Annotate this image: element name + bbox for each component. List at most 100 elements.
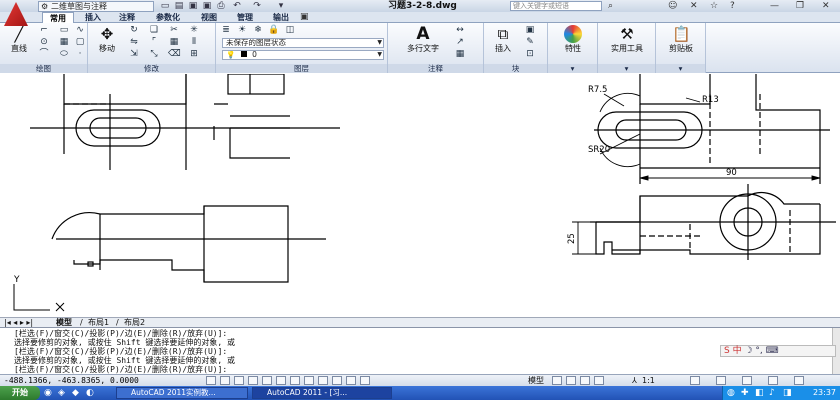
snap-toggle[interactable]	[220, 376, 230, 385]
clean-screen-button[interactable]	[794, 376, 804, 385]
layer-properties-icon[interactable]: ≣	[220, 25, 232, 36]
mirror-icon[interactable]: ⇋	[128, 37, 140, 48]
quick-view-drawings-button[interactable]	[566, 376, 576, 385]
drawing-canvas[interactable]: Y R7.5 R13 SR20 90 25	[0, 74, 840, 317]
dimension-icon[interactable]: ↔	[454, 25, 466, 36]
panel-clipboard-expand[interactable]: ▾	[656, 64, 705, 73]
panel-annotation-title[interactable]: 注释	[388, 64, 483, 73]
taskbar-item-doc[interactable]: AutoCAD 2011实例教...	[116, 387, 248, 399]
fillet-icon[interactable]: ⌜	[148, 37, 160, 48]
line-button[interactable]: ╱ 直线	[4, 25, 34, 54]
exchange-icon[interactable]: ✕	[690, 0, 698, 12]
panel-utilities-expand[interactable]: ▾	[598, 64, 655, 73]
command-input-line[interactable]: [栏选(F)/窗交(C)/投影(P)/边(E)/删除(R)/放弃(U)]:	[14, 365, 227, 374]
infer-constraints-toggle[interactable]	[206, 376, 216, 385]
ime-toolbar[interactable]: S 中 ☽ °, ⌨	[720, 345, 836, 357]
panel-layers-title[interactable]: 图层	[216, 64, 387, 73]
ducs-toggle[interactable]	[318, 376, 328, 385]
utilities-button[interactable]: ⚒ 实用工具	[602, 25, 652, 54]
mtext-button[interactable]: A 多行文字	[400, 25, 446, 54]
grid-toggle[interactable]	[234, 376, 244, 385]
dyn-toggle[interactable]	[332, 376, 342, 385]
panel-properties-expand[interactable]: ▾	[548, 64, 597, 73]
copy-icon[interactable]: ❏	[148, 25, 160, 36]
save-as-icon[interactable]: ▣	[202, 1, 212, 11]
zoom-button[interactable]	[594, 376, 604, 385]
tab-insert[interactable]: 插入	[78, 12, 108, 23]
join-icon[interactable]: ⊞	[188, 49, 200, 60]
tab-manage[interactable]: 管理	[230, 12, 260, 23]
polar-toggle[interactable]	[262, 376, 272, 385]
array-icon[interactable]: ▦	[168, 37, 180, 48]
qp-toggle[interactable]	[360, 376, 370, 385]
quick-view-layouts-button[interactable]	[552, 376, 562, 385]
isolate-objects-button[interactable]	[768, 376, 778, 385]
user-icon[interactable]: ☺	[668, 0, 677, 12]
taskbar-item-autocad[interactable]: AutoCAD 2011 - [习...	[252, 387, 392, 399]
tray-icon[interactable]: ♪	[769, 386, 775, 400]
erase-icon[interactable]: ⌫	[168, 49, 181, 60]
tray-icon[interactable]: ◧	[755, 386, 764, 400]
minimize-icon[interactable]: —	[770, 0, 779, 12]
help-icon[interactable]: ?	[730, 0, 735, 12]
point-icon[interactable]: ·	[74, 49, 86, 60]
tab-home[interactable]: 常用	[42, 12, 74, 23]
layer-state-select[interactable]: 未保存的图层状态 ▼	[222, 38, 384, 48]
close-icon[interactable]: ✕	[822, 0, 830, 12]
lwt-toggle[interactable]	[346, 376, 356, 385]
workspace-select[interactable]: ⚙ 二维草图与注释	[38, 1, 154, 12]
move-button[interactable]: ✥ 移动	[92, 25, 122, 54]
properties-button[interactable]: 特性	[552, 25, 594, 54]
hardware-accel-button[interactable]	[742, 376, 752, 385]
panel-modify-title[interactable]: 修改	[88, 64, 215, 73]
quicklaunch-icon[interactable]: ◉	[44, 386, 52, 400]
table-icon[interactable]: ▦	[454, 49, 466, 60]
arc-icon[interactable]: ⌒	[38, 49, 50, 60]
attribute-icon[interactable]: ⊡	[524, 49, 536, 60]
quicklaunch-icon[interactable]: ◐	[86, 386, 94, 400]
drawing-svg[interactable]: Y R7.5 R13 SR20 90 25	[0, 74, 840, 317]
new-file-icon[interactable]: ▭	[160, 1, 170, 11]
pan-button[interactable]	[580, 376, 590, 385]
layer-iso-icon[interactable]: ◫	[284, 25, 296, 36]
tray-icon[interactable]: ✚	[741, 386, 749, 400]
open-file-icon[interactable]: ▤	[174, 1, 184, 11]
explode-icon[interactable]: ✳	[188, 25, 200, 36]
layer-on-icon[interactable]: ☀	[236, 25, 248, 36]
star-icon[interactable]: ☆	[710, 0, 718, 12]
current-layer-select[interactable]: 💡 0 ▼	[222, 50, 384, 60]
start-button[interactable]: 开始	[0, 386, 40, 400]
rotate-icon[interactable]: ↻	[128, 25, 140, 36]
clipboard-button[interactable]: 📋 剪贴板	[660, 25, 702, 54]
ellipse-icon[interactable]: ⬭	[58, 49, 70, 60]
panel-draw-title[interactable]: 绘图	[0, 64, 87, 73]
ortho-toggle[interactable]	[248, 376, 258, 385]
trim-icon[interactable]: ✂	[168, 25, 180, 36]
redo-icon[interactable]: ↷	[252, 1, 262, 11]
tab-annotate[interactable]: 注释	[112, 12, 142, 23]
otrack-toggle[interactable]	[304, 376, 314, 385]
lock-ui-button[interactable]	[716, 376, 726, 385]
leader-icon[interactable]: ↗	[454, 37, 466, 48]
osnap-toggle[interactable]	[276, 376, 286, 385]
command-line[interactable]: [栏选(F)/窗交(C)/投影(P)/边(E)/删除(R)/放弃(U)]: 选择…	[0, 327, 840, 375]
edit-block-icon[interactable]: ✎	[524, 37, 536, 48]
polyline-icon[interactable]: ⌐	[38, 25, 50, 36]
spline-icon[interactable]: ∿	[74, 25, 86, 36]
insert-button[interactable]: ⧉ 插入	[488, 25, 518, 54]
rectangle-icon[interactable]: ▭	[58, 25, 70, 36]
tab-view[interactable]: 视图	[194, 12, 224, 23]
ribbon-toggle-icon[interactable]: ▣	[300, 11, 309, 23]
binoculars-icon[interactable]: ⌕	[608, 0, 613, 12]
print-icon[interactable]: ⎙	[216, 1, 226, 11]
circle-icon[interactable]: ⊙	[38, 37, 50, 48]
layer-freeze-icon[interactable]: ❄	[252, 25, 264, 36]
tab-parametric[interactable]: 参数化	[148, 12, 188, 23]
region-icon[interactable]: ▢	[74, 37, 86, 48]
hatch-icon[interactable]: ▦	[58, 37, 70, 48]
3d-osnap-toggle[interactable]	[290, 376, 300, 385]
tab-output[interactable]: 输出	[266, 12, 296, 23]
customize-icon[interactable]: ▾	[276, 1, 286, 11]
create-block-icon[interactable]: ▣	[524, 25, 536, 36]
quicklaunch-icon[interactable]: ◈	[58, 386, 65, 400]
